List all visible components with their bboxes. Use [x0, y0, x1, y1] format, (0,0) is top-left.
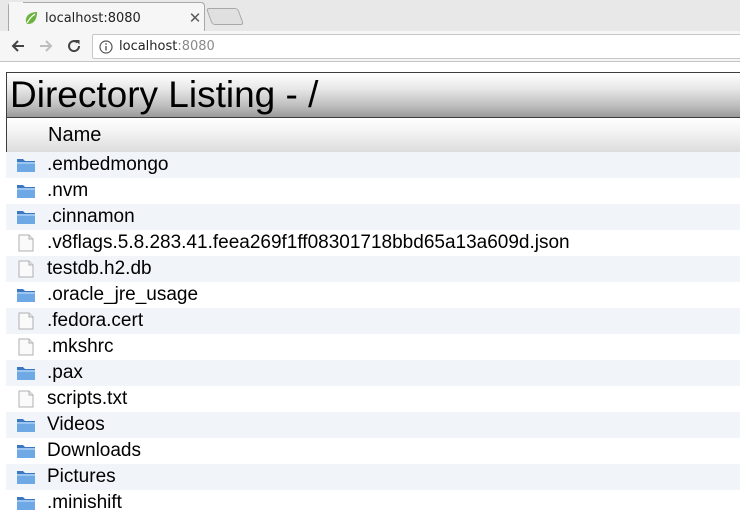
list-item[interactable]: .v8flags.5.8.283.41.feea269f1ff08301718b…: [6, 230, 740, 256]
info-icon[interactable]: [99, 39, 113, 54]
list-item[interactable]: .minishift: [6, 490, 740, 516]
forward-button[interactable]: [32, 32, 60, 60]
list-item[interactable]: Pictures: [6, 464, 740, 490]
list-item-name[interactable]: scripts.txt: [47, 388, 127, 410]
list-item-name[interactable]: .v8flags.5.8.283.41.feea269f1ff08301718b…: [47, 232, 570, 254]
list-item[interactable]: .nvm: [6, 178, 740, 204]
list-item[interactable]: .pax: [6, 360, 740, 386]
back-button[interactable]: [4, 32, 32, 60]
list-item[interactable]: .embedmongo: [6, 152, 740, 178]
folder-icon: [17, 289, 35, 302]
list-item-name[interactable]: .embedmongo: [47, 154, 168, 176]
file-icon: [18, 312, 34, 330]
tab-title: localhost:8080: [45, 10, 141, 26]
list-item-name[interactable]: .nvm: [47, 180, 88, 202]
list-item[interactable]: .fedora.cert: [6, 308, 740, 334]
list-item-name[interactable]: testdb.h2.db: [47, 258, 152, 280]
list-item-name[interactable]: .oracle_jre_usage: [47, 284, 198, 306]
list-item-name[interactable]: .fedora.cert: [47, 310, 143, 332]
browser-toolbar: localhost:8080: [0, 31, 740, 62]
url-port: :8080: [177, 39, 215, 54]
list-item[interactable]: Videos: [6, 412, 740, 438]
url-host: localhost: [119, 39, 178, 54]
close-tab-icon[interactable]: ✕: [187, 9, 203, 27]
list-item[interactable]: Downloads: [6, 438, 740, 464]
reload-button[interactable]: [60, 32, 88, 60]
list-item-name[interactable]: .minishift: [47, 492, 122, 514]
forward-arrow-icon: [40, 40, 53, 52]
page-heading: Directory Listing - /: [6, 72, 740, 118]
folder-icon: [17, 445, 35, 458]
address-bar[interactable]: localhost:8080: [92, 34, 740, 59]
folder-icon: [17, 367, 35, 380]
list-item-name[interactable]: Videos: [47, 414, 105, 436]
reload-icon: [68, 40, 81, 53]
list-item-name[interactable]: .cinnamon: [47, 206, 135, 228]
list-item[interactable]: testdb.h2.db: [6, 256, 740, 282]
folder-icon: [17, 471, 35, 484]
file-icon: [18, 260, 34, 278]
folder-icon: [17, 211, 35, 224]
spring-leaf-icon: [25, 12, 37, 24]
folder-icon: [17, 497, 35, 510]
page-title: Directory Listing - /: [10, 74, 319, 115]
column-header-label: Name: [48, 123, 102, 146]
list-item-name[interactable]: .mkshrc: [47, 336, 114, 358]
folder-icon: [17, 159, 35, 172]
list-item-name[interactable]: .pax: [47, 362, 83, 384]
file-icon: [18, 390, 34, 408]
file-icon: [18, 338, 34, 356]
list-item[interactable]: .mkshrc: [6, 334, 740, 360]
file-icon: [18, 234, 34, 252]
list-item[interactable]: .oracle_jre_usage: [6, 282, 740, 308]
browser-tab[interactable]: localhost:8080 ✕: [8, 2, 205, 31]
list-item-name[interactable]: Downloads: [47, 440, 141, 462]
back-arrow-icon: [11, 40, 24, 52]
folder-icon: [17, 185, 35, 198]
column-header-name[interactable]: Name: [6, 118, 740, 153]
list-item[interactable]: .cinnamon: [6, 204, 740, 230]
new-tab-button[interactable]: [205, 8, 245, 25]
file-list: .embedmongo .nvm .cinnamon .v8flags.5.8.283…: [6, 152, 740, 516]
folder-icon: [17, 419, 35, 432]
list-item-name[interactable]: Pictures: [47, 466, 116, 488]
tab-strip: localhost:8080 ✕: [0, 0, 740, 31]
list-item[interactable]: scripts.txt: [6, 386, 740, 412]
directory-listing-page: Directory Listing - / Name .embedmongo .n…: [6, 72, 740, 516]
